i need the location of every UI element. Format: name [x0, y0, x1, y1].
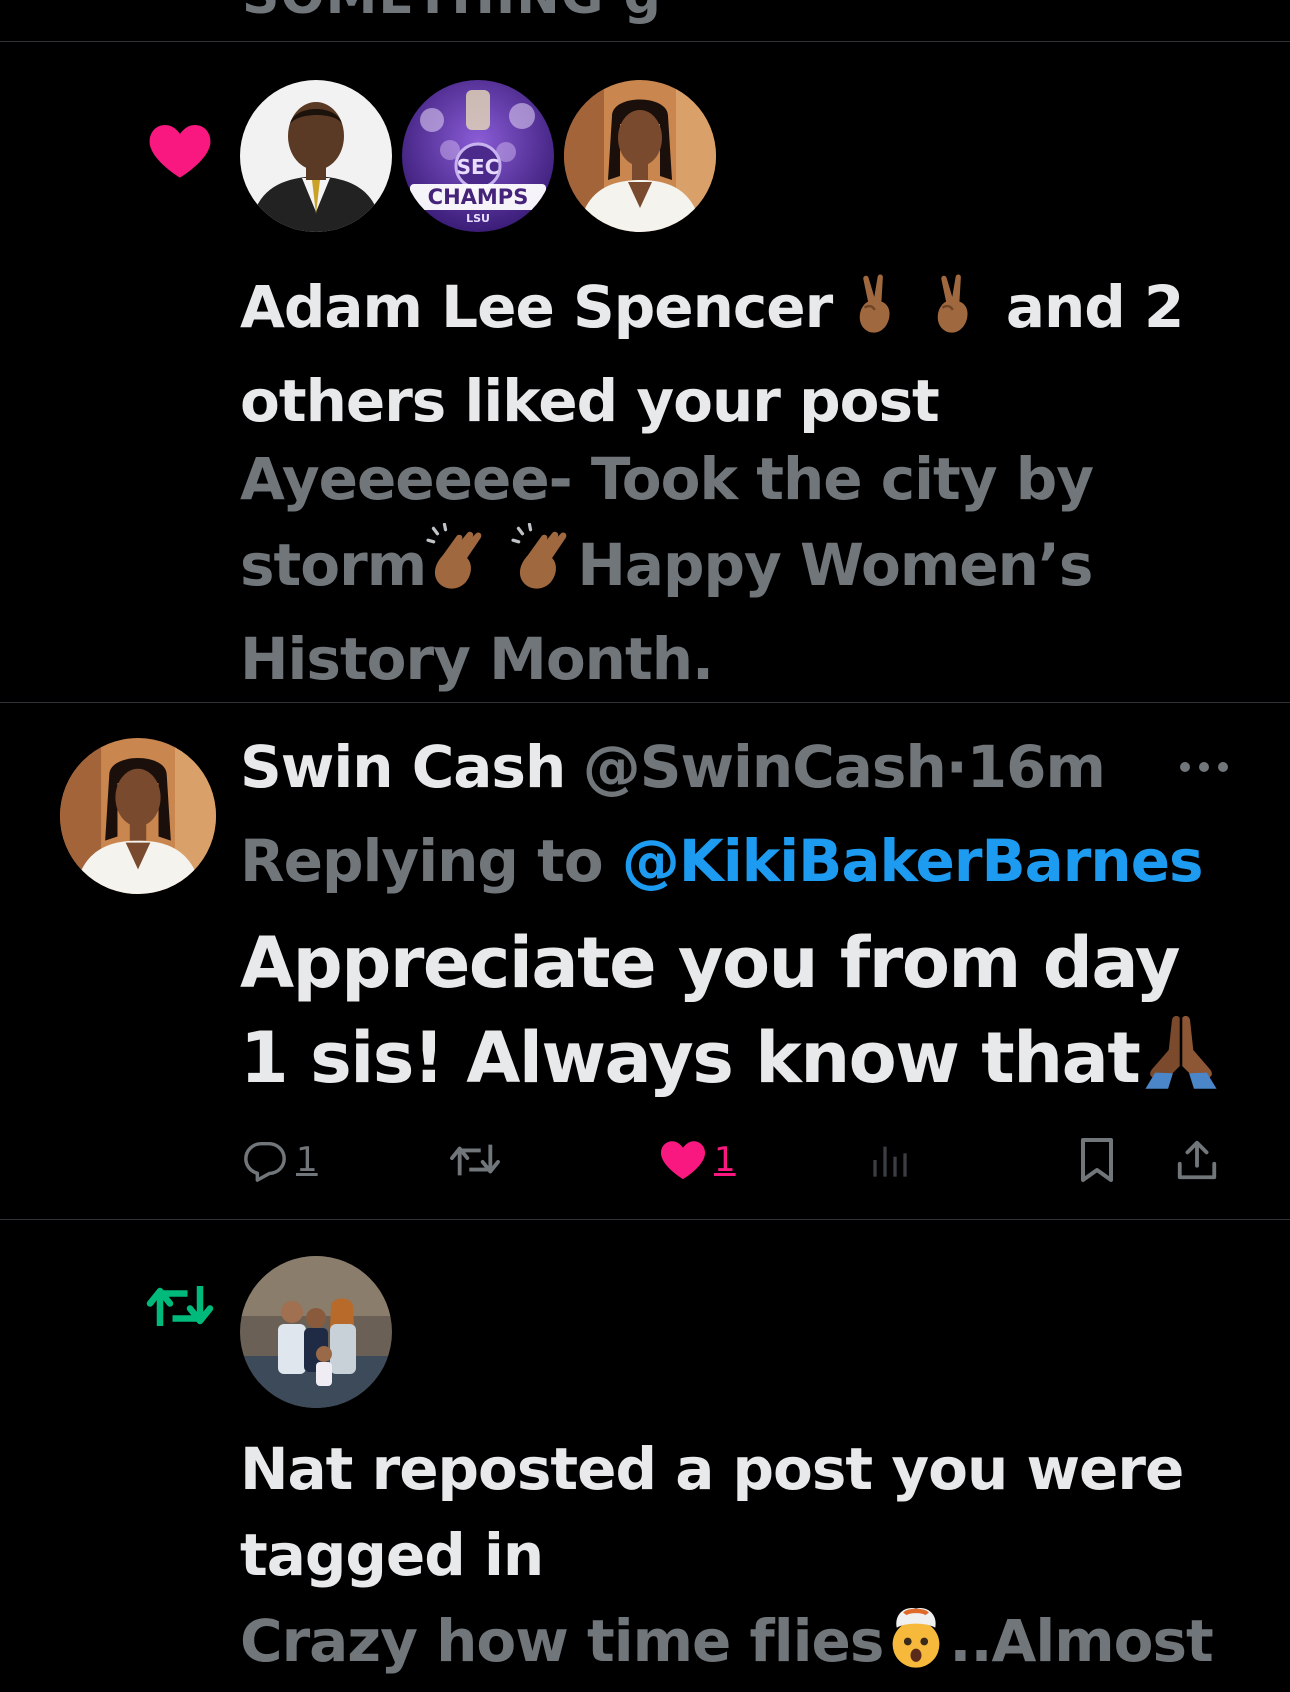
views-button[interactable] — [870, 1128, 918, 1192]
victory-hands-emoji — [851, 272, 986, 358]
tweet-body: Appreciate you from day 1 sis! Always kn… — [240, 916, 1240, 1113]
replying-to-line: Replying to @KikiBakerBarnes — [240, 822, 1204, 900]
avatar-swin-cash[interactable] — [60, 738, 216, 894]
avatar-man-in-suit[interactable] — [240, 80, 392, 232]
like-notification-title: Adam Lee Spencer and 2 others liked your… — [240, 264, 1240, 444]
author-name[interactable]: Swin Cash — [240, 733, 566, 801]
tweet-header: Swin Cash @SwinCash·16m — [240, 728, 1106, 806]
reply-icon — [244, 1141, 286, 1182]
sec-logo-text: SEC — [457, 155, 500, 179]
avatar-swin-cash-small[interactable] — [564, 80, 716, 232]
replying-prefix: Replying to — [240, 827, 604, 895]
reply-button[interactable]: 1 — [242, 1128, 318, 1192]
tweet-text: Appreciate you from day 1 sis! Always kn… — [240, 922, 1181, 1099]
like-count: 1 — [714, 1140, 736, 1180]
analytics-icon — [873, 1146, 907, 1177]
repost-icon — [142, 1268, 218, 1344]
bookmark-button[interactable] — [1076, 1128, 1118, 1192]
folded-hands-emoji — [1139, 1010, 1223, 1113]
heart-icon — [142, 112, 218, 188]
repost-icon — [450, 1144, 500, 1176]
bookmark-icon — [1081, 1138, 1113, 1182]
tweet-time[interactable]: 16m — [967, 733, 1106, 801]
share-button[interactable] — [1174, 1128, 1220, 1192]
actor-name[interactable]: Adam Lee Spencer — [240, 273, 833, 341]
avatar-nat-family[interactable] — [240, 1256, 392, 1408]
like-button[interactable]: 1 — [660, 1128, 736, 1192]
lsu-text: LSU — [466, 212, 490, 225]
exploding-head-emoji — [883, 1603, 949, 1692]
liker-avatars: SEC CHAMPS LSU — [240, 80, 716, 232]
reposted-post-snippet: Crazy how time flies ..Almost — [240, 1598, 1250, 1692]
separator-dot: · — [945, 733, 968, 801]
liked-post-snippet: Ayeeeeee- Took the city by storm Happy W… — [240, 436, 1250, 702]
share-icon — [1177, 1140, 1217, 1180]
repost-snippet-text-1: Crazy how time flies — [240, 1607, 884, 1675]
truncated-previous-text: SOMETHING g — [242, 0, 662, 26]
champs-text: CHAMPS — [428, 185, 529, 209]
like-notification[interactable]: SEC CHAMPS LSU Adam Lee Spencer and 2 ot… — [0, 42, 1290, 702]
repost-notification[interactable]: Nat reposted a post you were tagged in C… — [0, 1220, 1290, 1675]
repost-button[interactable] — [448, 1128, 510, 1192]
heart-filled-icon — [660, 1141, 706, 1180]
avatar-sec-champs-lsu[interactable]: SEC CHAMPS LSU — [402, 80, 554, 232]
tweet-actions: 1 1 — [0, 1128, 1290, 1192]
more-options-icon[interactable] — [1180, 752, 1228, 782]
repost-snippet-text-2: ..Almost — [949, 1607, 1213, 1675]
repost-notification-title: Nat reposted a post you were tagged in — [240, 1435, 1184, 1589]
reposter-avatars — [240, 1256, 392, 1408]
clapping-hands-emoji — [426, 522, 577, 616]
reply-count: 1 — [296, 1140, 318, 1180]
divider — [0, 702, 1290, 703]
replying-mention-link[interactable]: @KikiBakerBarnes — [622, 827, 1204, 895]
author-handle[interactable]: @SwinCash — [583, 733, 947, 801]
